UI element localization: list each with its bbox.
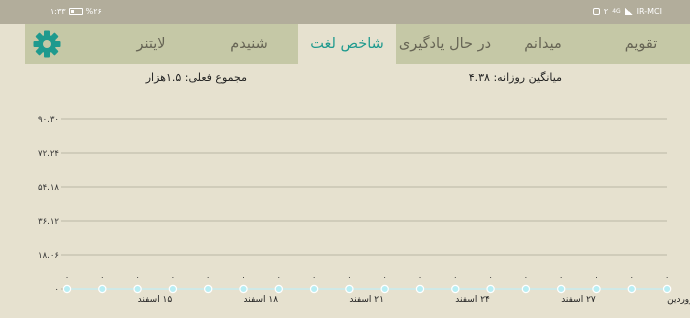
point-label: ۰ bbox=[383, 273, 387, 282]
x-tick-label: ۲۱ اسفند bbox=[349, 295, 384, 305]
point-label: ۰ bbox=[65, 273, 69, 282]
point-label: ۰ bbox=[206, 273, 210, 282]
data-point bbox=[168, 284, 178, 294]
chart: ۹۰.۳۰۷۲.۲۴۵۴.۱۸۳۶.۱۲۱۸.۰۶۰۰ ۰ ۰ ۰ ۰ ۰ ۰ ۰ ۰ ۰ ۰ ۰ ۰ ۰… bbox=[38, 115, 690, 305]
x-tick-label: ۱۵ اسفند bbox=[138, 295, 173, 305]
gear-icon bbox=[33, 30, 61, 58]
status-right: ۲ 4G IR-MCI bbox=[592, 7, 662, 16]
y-tick-label: ۳۶.۱۲ bbox=[38, 217, 59, 227]
data-point bbox=[627, 284, 637, 294]
daily-average: میانگین روزانه: ۴.۳۸ bbox=[468, 71, 562, 84]
data-point bbox=[309, 284, 319, 294]
network-type: 4G bbox=[612, 8, 621, 15]
tab-calendar[interactable]: تقویم bbox=[592, 24, 690, 64]
data-point bbox=[592, 284, 601, 294]
data-point bbox=[380, 284, 389, 294]
point-label: ۰ bbox=[594, 273, 598, 282]
x-tick-label: ۱۸ اسفند bbox=[244, 295, 279, 305]
data-point bbox=[203, 284, 213, 294]
data-point bbox=[557, 284, 566, 294]
tab-learning[interactable]: در حال یادگیری bbox=[396, 24, 494, 64]
point-label: ۰ bbox=[241, 273, 245, 282]
point-label: ۰ bbox=[100, 273, 104, 282]
battery-level: %۲۶ bbox=[85, 7, 102, 16]
point-label: ۰ bbox=[312, 273, 316, 282]
data-point bbox=[415, 284, 425, 294]
y-tick-label: ۱۸.۰۶ bbox=[38, 251, 59, 261]
point-label: ۰ bbox=[418, 273, 422, 282]
settings-button[interactable] bbox=[31, 28, 63, 60]
data-point bbox=[239, 284, 248, 294]
point-label: ۰ bbox=[665, 273, 669, 282]
sim-indicator: ۲ bbox=[603, 7, 609, 16]
current-total: مجموع فعلی: ۱.۵هزار bbox=[145, 71, 247, 84]
tab-know[interactable]: میدانم bbox=[494, 24, 592, 64]
point-label: ۰ bbox=[171, 273, 175, 282]
point-label: ۰ bbox=[524, 273, 528, 282]
point-label: ۰ bbox=[488, 273, 492, 282]
data-point bbox=[451, 284, 460, 294]
point-label: ۰ bbox=[630, 273, 634, 282]
x-tick-label: ۲۴ اسفند bbox=[455, 295, 490, 305]
data-point bbox=[62, 284, 72, 294]
clock: ۱:۳۳ bbox=[50, 7, 66, 16]
data-point bbox=[662, 284, 672, 294]
signal-icon bbox=[624, 8, 633, 15]
y-tick-label: ۷۲.۲۴ bbox=[38, 149, 59, 159]
point-label: ۰ bbox=[347, 273, 351, 282]
data-point bbox=[98, 284, 107, 294]
instagram-icon bbox=[592, 8, 600, 15]
tab-word-index[interactable]: شاخص لغت bbox=[298, 24, 396, 64]
tab-heard[interactable]: شنیدم bbox=[200, 24, 298, 64]
point-label: ۰ bbox=[559, 273, 563, 282]
battery-icon bbox=[68, 8, 83, 15]
data-point bbox=[486, 284, 495, 294]
status-bar: ۱:۳۳ %۲۶ ۲ 4G IR-MCI bbox=[0, 0, 690, 24]
point-label: ۰ bbox=[277, 273, 281, 282]
point-label: ۰ bbox=[135, 273, 139, 282]
data-point bbox=[521, 284, 531, 294]
y-tick-label: ۹۰.۳۰ bbox=[38, 115, 59, 125]
y-tick-label: ۰ bbox=[54, 285, 59, 295]
status-left: ۱:۳۳ %۲۶ bbox=[50, 7, 102, 16]
point-label: ۰ bbox=[453, 273, 457, 282]
data-point bbox=[274, 284, 283, 294]
carrier-name: IR-MCI bbox=[636, 7, 662, 16]
data-point bbox=[133, 284, 142, 294]
x-tick-label: ۲۷ اسفند bbox=[561, 295, 596, 305]
y-tick-label: ۵۴.۱۸ bbox=[38, 183, 59, 193]
tab-bar: تقویم میدانم در حال یادگیری شاخص لغت شنی… bbox=[25, 24, 690, 64]
x-tick-label: ۱ فروردین bbox=[667, 295, 690, 305]
data-point bbox=[345, 284, 354, 294]
tab-leitner[interactable]: لایتنر bbox=[102, 24, 200, 64]
